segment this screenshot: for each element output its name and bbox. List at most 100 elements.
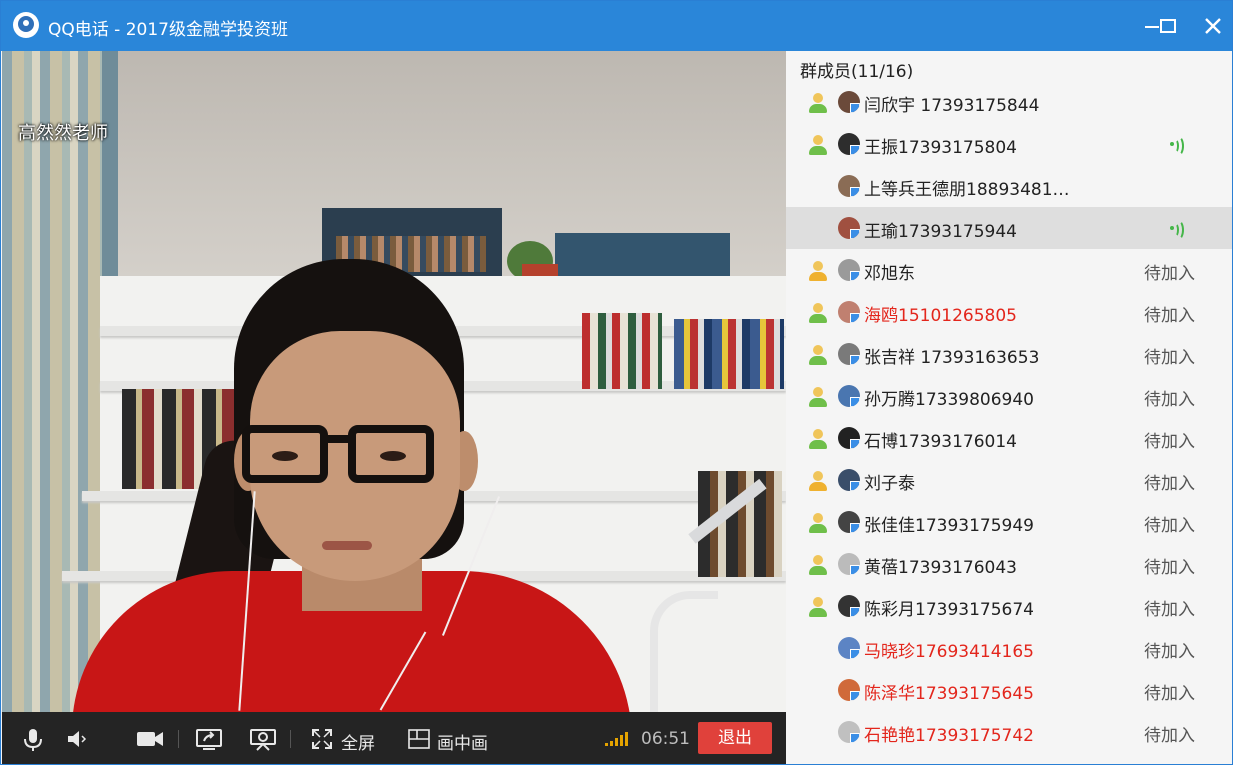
qq-logo-icon xyxy=(13,12,39,38)
member-status-icon xyxy=(808,261,828,281)
camera-button[interactable] xyxy=(136,728,164,750)
video-feed[interactable]: 高然然老师 xyxy=(2,51,786,712)
fullscreen-button[interactable]: 全屏 xyxy=(341,729,375,754)
member-join-status: 待加入 xyxy=(1144,306,1195,326)
member-join-status: 待加入 xyxy=(1144,642,1195,662)
member-avatar xyxy=(838,553,860,575)
share-video-button[interactable] xyxy=(250,728,276,751)
screen-share-button[interactable] xyxy=(196,728,222,750)
member-name: 张吉祥 17393163653 xyxy=(864,348,1040,368)
member-join-status: 待加入 xyxy=(1144,600,1195,620)
signal-strength-icon xyxy=(605,732,633,746)
member-row[interactable]: 邓旭东 待加入 xyxy=(786,249,1232,291)
member-row[interactable]: 张吉祥 17393163653 待加入 xyxy=(786,333,1232,375)
speaking-icon xyxy=(1168,219,1188,240)
member-count-header: 群成员(11/16) xyxy=(800,62,914,82)
member-name: 石艳艳17393175742 xyxy=(864,726,1034,746)
member-status-icon xyxy=(808,93,828,113)
screen-share-icon xyxy=(196,729,222,750)
fullscreen-icon[interactable] xyxy=(311,728,333,750)
member-avatar xyxy=(838,385,860,407)
member-avatar xyxy=(838,637,860,659)
member-avatar xyxy=(838,595,860,617)
member-name: 陈彩月17393175674 xyxy=(864,600,1034,620)
curtain xyxy=(2,51,102,712)
member-name: 王振17393175804 xyxy=(864,138,1017,158)
speaker-button[interactable] xyxy=(66,728,88,750)
member-name: 黄蓓17393176043 xyxy=(864,558,1017,578)
glasses xyxy=(242,425,328,483)
member-row[interactable]: 张佳佳17393175949 待加入 xyxy=(786,501,1232,543)
title-bar: QQ电话 - 2017级金融学投资班 xyxy=(1,1,1232,51)
member-join-status: 待加入 xyxy=(1144,432,1195,452)
member-name: 马晓珍17693414165 xyxy=(864,642,1034,662)
member-status-icon xyxy=(808,345,828,365)
call-control-bar: 全屏 画中画 06:51 退出 xyxy=(2,712,786,764)
member-name: 上等兵王德朋188934814… xyxy=(864,180,1076,200)
member-name: 刘子泰 xyxy=(864,474,915,494)
member-avatar xyxy=(838,343,860,365)
member-status-icon xyxy=(808,387,828,407)
member-row[interactable]: 王振17393175804 xyxy=(786,123,1232,165)
member-name: 陈泽华17393175645 xyxy=(864,684,1034,704)
pip-button[interactable]: 画中画 xyxy=(437,729,488,754)
member-status-icon xyxy=(808,513,828,533)
member-avatar xyxy=(838,175,860,197)
microphone-icon xyxy=(24,729,42,751)
member-name: 孙万腾17339806940 xyxy=(864,390,1034,410)
speaker-icon xyxy=(68,731,87,747)
member-join-status: 待加入 xyxy=(1144,348,1195,368)
member-status-icon xyxy=(808,303,828,323)
member-row[interactable]: 孙万腾17339806940 待加入 xyxy=(786,375,1232,417)
qq-call-window: QQ电话 - 2017级金融学投资班 高然然老师 全屏 画中画 06:51 退出… xyxy=(0,0,1233,765)
speaking-icon xyxy=(1168,135,1188,156)
member-join-status: 待加入 xyxy=(1144,684,1195,704)
member-join-status: 待加入 xyxy=(1144,474,1195,494)
member-status-icon xyxy=(808,429,828,449)
close-icon xyxy=(1205,18,1221,34)
member-status-icon xyxy=(808,555,828,575)
member-list: 闫欣宇 17393175844 王振17393175804 上等兵王德朋188934… xyxy=(786,81,1232,753)
member-row[interactable]: 石博17393176014 待加入 xyxy=(786,417,1232,459)
member-row[interactable]: 海鸥15101265805 待加入 xyxy=(786,291,1232,333)
member-avatar xyxy=(838,301,860,323)
member-join-status: 待加入 xyxy=(1144,726,1195,746)
pip-icon[interactable] xyxy=(408,728,430,750)
member-name: 邓旭东 xyxy=(864,264,915,284)
close-button[interactable] xyxy=(1200,13,1226,39)
member-avatar xyxy=(838,721,860,743)
member-join-status: 待加入 xyxy=(1144,264,1195,284)
member-avatar xyxy=(838,259,860,281)
member-row[interactable]: 陈彩月17393175674 待加入 xyxy=(786,585,1232,627)
member-row[interactable]: 马晓珍17693414165 待加入 xyxy=(786,627,1232,669)
member-row[interactable]: 石艳艳17393175742 待加入 xyxy=(786,711,1232,753)
member-avatar xyxy=(838,217,860,239)
member-avatar xyxy=(838,679,860,701)
maximize-button[interactable] xyxy=(1155,13,1181,39)
member-avatar xyxy=(838,133,860,155)
member-row[interactable]: 陈泽华17393175645 待加入 xyxy=(786,669,1232,711)
microphone-button[interactable] xyxy=(22,728,44,751)
member-avatar xyxy=(838,469,860,491)
window-title: QQ电话 - 2017级金融学投资班 xyxy=(48,20,288,40)
member-avatar xyxy=(838,511,860,533)
film-share-icon xyxy=(250,729,276,751)
member-row[interactable]: 王瑜17393175944 xyxy=(786,207,1232,249)
member-row[interactable]: 闫欣宇 17393175844 xyxy=(786,81,1232,123)
member-status-icon xyxy=(808,135,828,155)
camera-icon xyxy=(137,732,163,746)
member-row[interactable]: 上等兵王德朋188934814… xyxy=(786,165,1232,207)
member-avatar xyxy=(838,427,860,449)
member-join-status: 待加入 xyxy=(1144,390,1195,410)
member-name: 闫欣宇 17393175844 xyxy=(864,96,1040,116)
exit-button[interactable]: 退出 xyxy=(698,722,772,754)
member-join-status: 待加入 xyxy=(1144,516,1195,536)
member-row[interactable]: 黄蓓17393176043 待加入 xyxy=(786,543,1232,585)
maximize-icon xyxy=(1160,19,1176,33)
member-status-icon xyxy=(808,597,828,617)
member-row[interactable]: 刘子泰 待加入 xyxy=(786,459,1232,501)
member-name: 海鸥15101265805 xyxy=(864,306,1017,326)
call-timer: 06:51 xyxy=(641,729,690,749)
member-name: 王瑜17393175944 xyxy=(864,222,1017,242)
caller-name: 高然然老师 xyxy=(18,123,108,144)
